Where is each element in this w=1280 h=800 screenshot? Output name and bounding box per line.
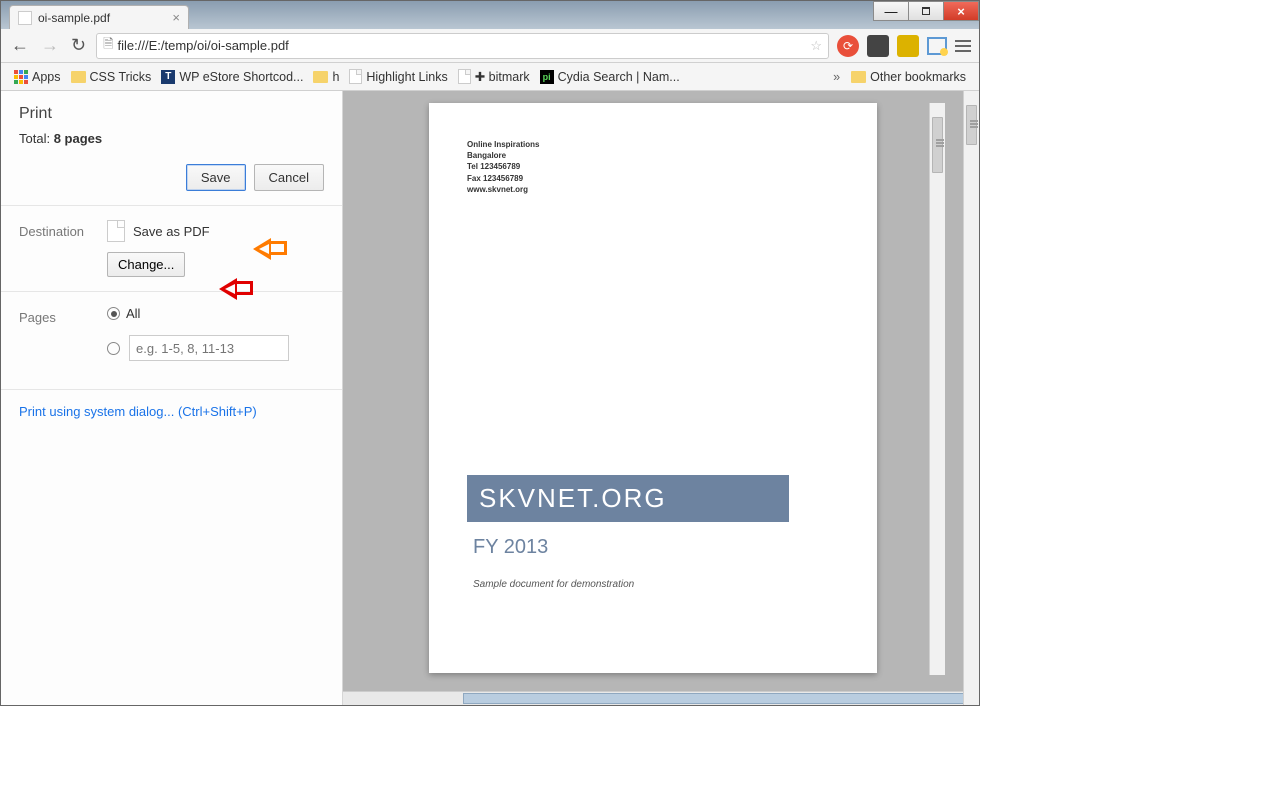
browser-tab[interactable]: oi-sample.pdf ×: [9, 5, 189, 29]
print-title: Print: [19, 105, 324, 123]
main-menu-button[interactable]: [955, 40, 971, 52]
forward-button[interactable]: →: [39, 35, 61, 56]
bookmark-item[interactable]: piCydia Search | Nam...: [535, 70, 685, 84]
address-text: file:///E:/temp/oi/oi-sample.pdf: [118, 38, 289, 53]
folder-icon: [851, 71, 866, 83]
apps-label: Apps: [32, 70, 61, 84]
bookmark-item[interactable]: TWP eStore Shortcod...: [156, 70, 308, 84]
nav-toolbar: ← → ↻ 🗎 file:///E:/temp/oi/oi-sample.pdf…: [1, 29, 979, 63]
pages-all-label: All: [126, 306, 140, 321]
favicon-icon: [18, 11, 32, 25]
cancel-button[interactable]: Cancel: [254, 164, 324, 191]
tab-strip: oi-sample.pdf ×: [1, 1, 979, 29]
change-destination-button[interactable]: Change...: [107, 252, 185, 277]
browser-window: — × oi-sample.pdf × ← → ↻ 🗎 file:///E:/t…: [0, 0, 980, 706]
bookmark-star-icon[interactable]: ☆: [810, 38, 822, 54]
pages-range-radio[interactable]: [107, 342, 120, 355]
system-dialog-link[interactable]: Print using system dialog... (Ctrl+Shift…: [1, 390, 342, 433]
reload-button[interactable]: ↻: [69, 35, 88, 56]
folder-icon: [313, 71, 328, 83]
apps-button[interactable]: Apps: [9, 70, 66, 84]
page-vertical-scrollbar[interactable]: [963, 91, 979, 705]
page-icon: [458, 69, 471, 84]
extension-open-icon[interactable]: [897, 35, 919, 57]
preview-page: Online Inspirations Bangalore Tel 123456…: [429, 103, 877, 673]
page-icon: [349, 69, 362, 84]
address-bar[interactable]: 🗎 file:///E:/temp/oi/oi-sample.pdf ☆: [96, 33, 829, 59]
destination-value: Save as PDF: [133, 224, 210, 239]
content-area: Print Total: 8 pages Save Cancel Destina…: [1, 91, 979, 705]
doc-description: Sample document for demonstration: [473, 579, 839, 590]
pages-range-input[interactable]: [129, 335, 289, 361]
doc-subtitle: FY 2013: [473, 536, 839, 559]
close-button[interactable]: ×: [943, 1, 979, 21]
apps-grid-icon: [14, 70, 28, 84]
bookmarks-bar: Apps CSS Tricks TWP eStore Shortcod... h…: [1, 63, 979, 91]
minimize-button[interactable]: —: [873, 1, 909, 21]
extension-stumble-icon[interactable]: ⟳: [837, 35, 859, 57]
other-bookmarks-button[interactable]: Other bookmarks: [846, 70, 971, 84]
maximize-button[interactable]: [908, 1, 944, 21]
bookmarks-overflow-button[interactable]: »: [827, 70, 846, 84]
save-button[interactable]: Save: [186, 164, 246, 191]
tab-close-icon[interactable]: ×: [172, 10, 180, 25]
print-preview: Online Inspirations Bangalore Tel 123456…: [343, 91, 963, 705]
print-sidebar: Print Total: 8 pages Save Cancel Destina…: [1, 91, 343, 705]
bookmark-item[interactable]: CSS Tricks: [66, 70, 157, 84]
bookmark-item[interactable]: ✚ bitmark: [453, 69, 535, 84]
extension-frame-icon[interactable]: [927, 37, 947, 55]
window-controls: — ×: [874, 1, 979, 21]
preview-horizontal-scrollbar[interactable]: [343, 691, 963, 705]
doc-title-bar: SKVNET.ORG: [467, 475, 789, 522]
pages-label: Pages: [19, 306, 107, 325]
favicon-icon: pi: [540, 70, 554, 84]
pages-all-radio[interactable]: [107, 307, 120, 320]
destination-label: Destination: [19, 220, 107, 239]
folder-icon: [71, 71, 86, 83]
bookmark-item[interactable]: Highlight Links: [344, 69, 452, 84]
bookmark-item[interactable]: h: [308, 70, 344, 84]
preview-inner-scrollbar[interactable]: [929, 103, 945, 675]
page-icon: 🗎: [103, 35, 113, 57]
tab-title: oi-sample.pdf: [38, 11, 172, 25]
favicon-icon: T: [161, 70, 175, 84]
back-button[interactable]: ←: [9, 35, 31, 56]
print-total: Total: 8 pages: [19, 131, 324, 146]
extension-chart-icon[interactable]: [867, 35, 889, 57]
pdf-icon: [107, 220, 125, 242]
